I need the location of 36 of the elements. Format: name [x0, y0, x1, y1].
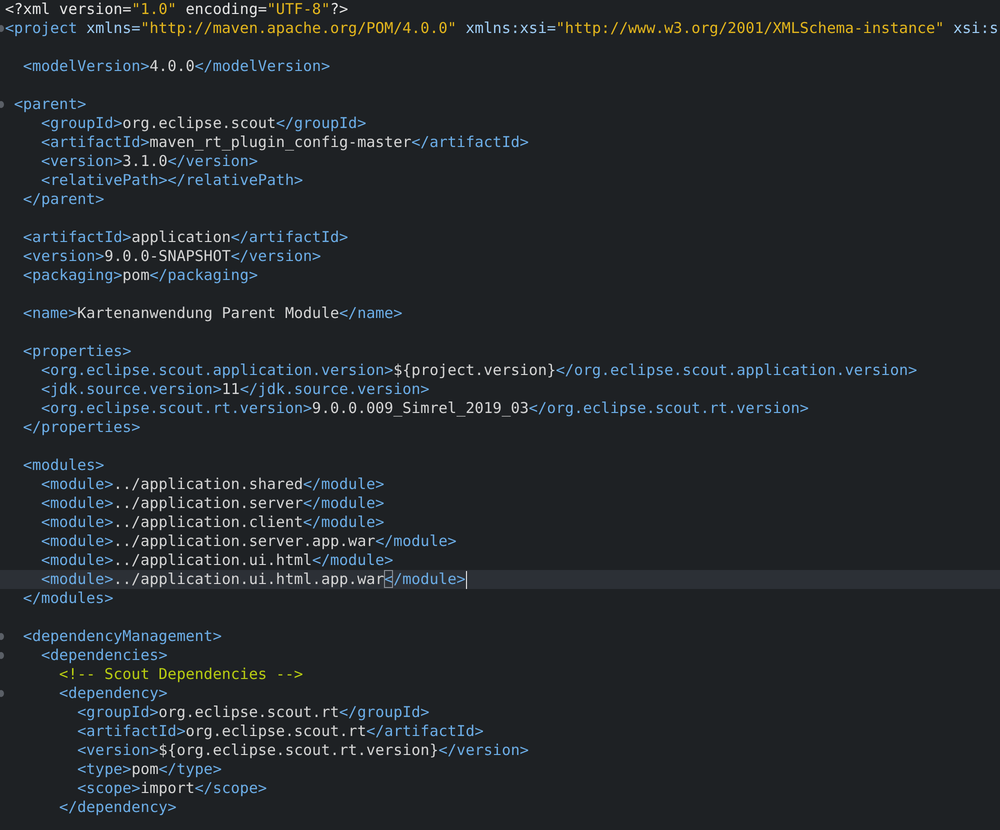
code-line: <relativePath></relativePath> [40, 171, 304, 190]
code-line: </dependency> [58, 798, 177, 817]
code-line: <version>3.1.0</version> [40, 152, 258, 171]
code-line: <dependencyManagement> [22, 627, 222, 646]
code-line: <module>../application.ui.html</module> [40, 551, 394, 570]
code-line: <module>../application.shared</module> [40, 475, 384, 494]
code-line: <groupId>org.eclipse.scout</groupId> [40, 114, 366, 133]
code-line: <modelVersion>4.0.0</modelVersion> [22, 57, 330, 76]
code-line: <scope>import</scope> [76, 779, 267, 798]
code-line: <type>pom</type> [76, 760, 222, 779]
code-line: <project xmlns="http://maven.apache.org/POM/4.0.0" xmlns:xsi="http://www.w3.org/2001/XMLSchema-instance" xsi:s [5, 19, 998, 38]
code-line: <name>Kartenanwendung Parent Module</name> [22, 304, 402, 323]
code-line: <dependencies> [40, 646, 168, 665]
code-line: <?xml version="1.0" encoding="UTF-8"?> [5, 0, 348, 19]
code-line: <modules> [22, 456, 104, 475]
code-line: <packaging>pom</packaging> [22, 266, 258, 285]
code-line: </properties> [22, 418, 140, 437]
code-line: <module>../application.server.app.war</module> [40, 532, 457, 551]
code-line: <artifactId>org.eclipse.scout.rt</artifactId> [76, 722, 484, 741]
code-line: <dependency> [58, 684, 168, 703]
code-line: <module>../application.client</module> [40, 513, 384, 532]
text-cursor [466, 570, 467, 588]
code-line: <!-- Scout Dependencies --> [58, 665, 304, 684]
code-line: </parent> [22, 190, 104, 209]
code-line: <org.eclipse.scout.application.version>${project.version}</org.eclipse.scout.application.version> [40, 361, 918, 380]
code-line: <parent> [13, 95, 86, 114]
code-line: <version>${org.eclipse.scout.rt.version}</version> [76, 741, 529, 760]
code-line: <artifactId>maven_rt_plugin_config-master</artifactId> [40, 133, 529, 152]
code-line: </modules> [22, 589, 114, 608]
code-line: <module>../application.server</module> [40, 494, 384, 513]
code-line: <org.eclipse.scout.rt.version>9.0.0.009_Simrel_2019_03</org.eclipse.scout.rt.version> [40, 399, 809, 418]
code-line: <properties> [22, 342, 132, 361]
code-line: <version>9.0.0-SNAPSHOT</version> [22, 247, 322, 266]
code-line: <jdk.source.version>11</jdk.source.version> [40, 380, 430, 399]
code-line: <artifactId>application</artifactId> [22, 228, 348, 247]
code-line: <groupId>org.eclipse.scout.rt</groupId> [76, 703, 430, 722]
